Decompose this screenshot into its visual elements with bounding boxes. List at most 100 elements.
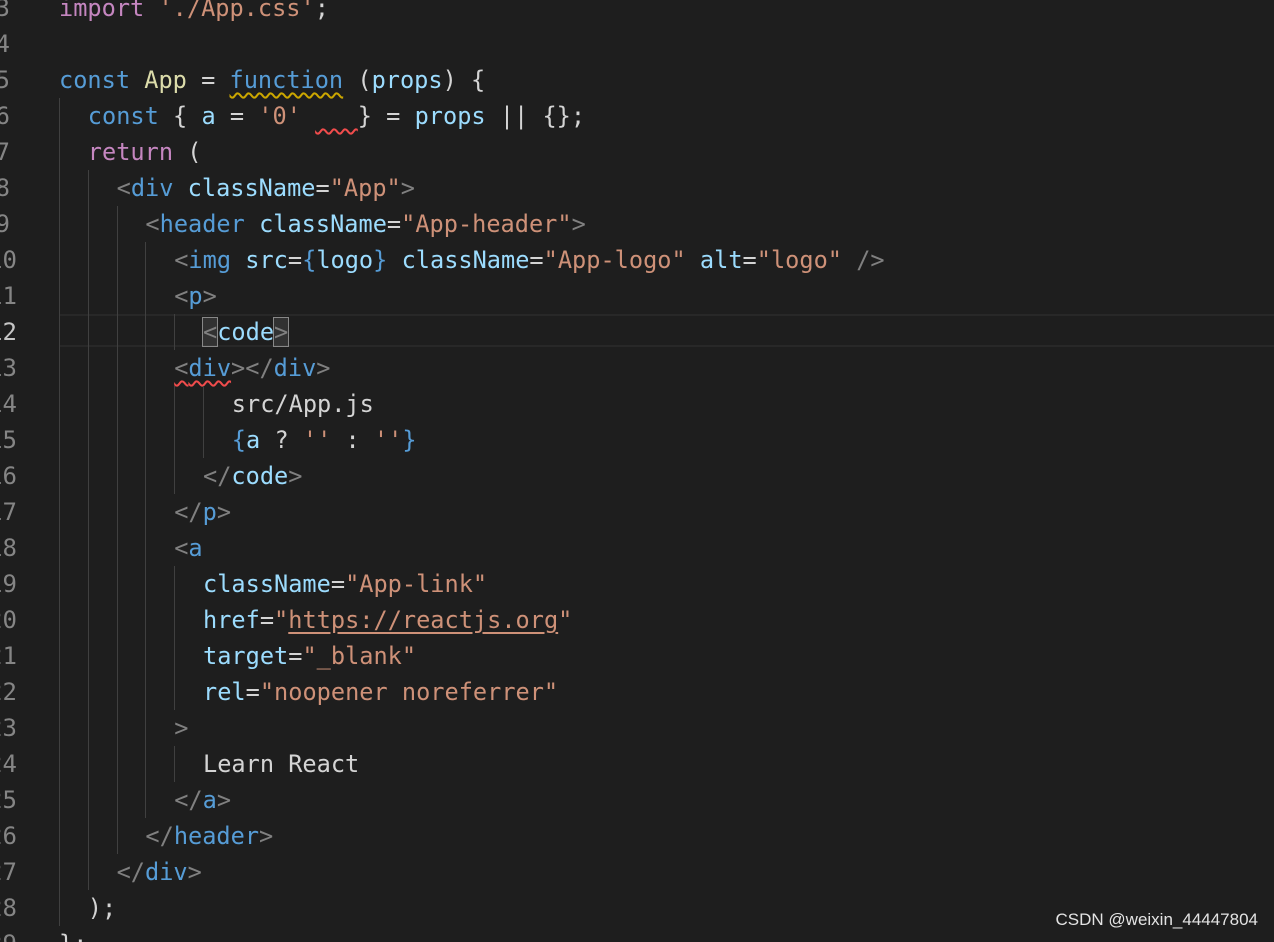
code-text[interactable]: <img src={logo} className="App-logo" alt…: [174, 242, 884, 278]
code-line[interactable]: 22 rel="noopener noreferrer": [0, 674, 1274, 710]
code-line[interactable]: 13 <div></div>: [0, 350, 1274, 386]
code-line[interactable]: 15 {a ? '' : ''}: [0, 422, 1274, 458]
code-text[interactable]: <div></div>: [174, 350, 330, 386]
code-token: >: [316, 354, 331, 382]
line-number[interactable]: 29: [0, 926, 17, 942]
code-token: >: [400, 174, 415, 202]
line-number[interactable]: 4: [0, 26, 10, 62]
code-token: </: [116, 858, 146, 886]
code-line[interactable]: 21 target="_blank": [0, 638, 1274, 674]
line-number[interactable]: 25: [0, 782, 17, 818]
line-number[interactable]: 17: [0, 494, 17, 530]
line-number[interactable]: 5: [0, 62, 10, 98]
code-text[interactable]: target="_blank": [203, 638, 416, 674]
line-number[interactable]: 3: [0, 0, 10, 26]
code-line[interactable]: 7 return (: [0, 134, 1274, 170]
line-number[interactable]: 27: [0, 854, 17, 890]
code-text[interactable]: src/App.js: [232, 386, 374, 422]
code-line[interactable]: 25 </a>: [0, 782, 1274, 818]
code-text[interactable]: </div>: [117, 854, 202, 890]
code-line[interactable]: 23 >: [0, 710, 1274, 746]
indent-guide: [88, 314, 89, 350]
line-number[interactable]: 20: [0, 602, 17, 638]
code-line[interactable]: 9 <header className="App-header">: [0, 206, 1274, 242]
code-text[interactable]: </a>: [174, 782, 231, 818]
line-number[interactable]: 12: [0, 314, 17, 350]
code-line[interactable]: 14 src/App.js: [0, 386, 1274, 422]
code-text[interactable]: </p>: [174, 494, 231, 530]
line-number[interactable]: 10: [0, 242, 17, 278]
code-text[interactable]: };: [59, 926, 87, 942]
line-number[interactable]: 19: [0, 566, 17, 602]
code-line[interactable]: 5 const App = function (props) {: [0, 62, 1274, 98]
code-line[interactable]: 24 Learn React: [0, 746, 1274, 782]
url-link[interactable]: https://reactjs.org: [288, 606, 558, 634]
code-text[interactable]: </code>: [203, 458, 302, 494]
line-number[interactable]: 28: [0, 890, 17, 926]
indent-guide: [117, 314, 118, 350]
line-number[interactable]: 15: [0, 422, 17, 458]
code-text[interactable]: <a: [174, 530, 202, 566]
code-token: props: [414, 102, 486, 130]
code-text[interactable]: );: [88, 890, 116, 926]
code-line[interactable]: 12 <code>: [0, 314, 1274, 350]
code-token: "logo": [756, 246, 842, 274]
indent-guide: [59, 242, 60, 278]
code-text[interactable]: return (: [88, 134, 202, 170]
code-token: alt: [699, 246, 743, 274]
code-text[interactable]: rel="noopener noreferrer": [203, 674, 558, 710]
code-line[interactable]: 10 <img src={logo} className="App-logo" a…: [0, 242, 1274, 278]
code-text[interactable]: <code>: [201, 314, 290, 350]
code-text[interactable]: <div className="App">: [117, 170, 415, 206]
code-text[interactable]: Learn React: [203, 746, 359, 782]
line-number[interactable]: 13: [0, 350, 17, 386]
line-number[interactable]: 22: [0, 674, 17, 710]
indent-guide: [117, 638, 118, 674]
line-number[interactable]: 7: [0, 134, 10, 170]
line-number[interactable]: 26: [0, 818, 17, 854]
line-number[interactable]: 18: [0, 530, 17, 566]
line-number[interactable]: 23: [0, 710, 17, 746]
code-line[interactable]: 6 const { a = '0' } = props || {};: [0, 98, 1274, 134]
code-text[interactable]: import './App.css';: [59, 0, 329, 26]
indent-guide: [88, 170, 89, 206]
code-token: '': [373, 426, 403, 454]
line-number[interactable]: 21: [0, 638, 17, 674]
code-line[interactable]: 11 <p>: [0, 278, 1274, 314]
code-line[interactable]: 3 import './App.css';: [0, 0, 1274, 26]
code-token: '': [302, 426, 332, 454]
code-text[interactable]: <header className="App-header">: [145, 206, 585, 242]
indent-guide: [145, 422, 146, 458]
code-line[interactable]: 17 </p>: [0, 494, 1274, 530]
code-text[interactable]: const { a = '0' } = props || {};: [88, 98, 585, 134]
code-editor[interactable]: 3 import './App.css'; 4 5 const App = functi…: [0, 0, 1274, 942]
code-line[interactable]: 16 </code>: [0, 458, 1274, 494]
code-line[interactable]: 4: [0, 26, 1274, 62]
code-text[interactable]: href="https://reactjs.org": [203, 602, 572, 638]
line-number[interactable]: 9: [0, 206, 10, 242]
code-line[interactable]: 8 <div className="App">: [0, 170, 1274, 206]
line-number[interactable]: 16: [0, 458, 17, 494]
line-number[interactable]: 6: [0, 98, 10, 134]
code-text[interactable]: className="App-link": [203, 566, 487, 602]
code-token: className: [203, 570, 331, 598]
code-text[interactable]: >: [174, 710, 188, 746]
code-text[interactable]: {a ? '' : ''}: [232, 422, 417, 458]
indent-guide: [59, 314, 60, 350]
code-text[interactable]: const App = function (props) {: [59, 62, 485, 98]
code-line[interactable]: 20 href="https://reactjs.org": [0, 602, 1274, 638]
code-line[interactable]: 27 </div>: [0, 854, 1274, 890]
line-number[interactable]: 8: [0, 170, 10, 206]
code-text[interactable]: <p>: [174, 278, 217, 314]
code-line[interactable]: 18 <a: [0, 530, 1274, 566]
line-number[interactable]: 14: [0, 386, 17, 422]
code-token: App: [144, 66, 187, 94]
line-number[interactable]: 11: [0, 278, 17, 314]
code-token: div: [130, 174, 174, 202]
code-line[interactable]: 19 className="App-link": [0, 566, 1274, 602]
code-text[interactable]: </header>: [145, 818, 273, 854]
code-line[interactable]: 26 </header>: [0, 818, 1274, 854]
line-number[interactable]: 24: [0, 746, 17, 782]
watermark: CSDN @weixin_44447804: [1055, 910, 1258, 929]
code-token: <: [174, 282, 189, 310]
